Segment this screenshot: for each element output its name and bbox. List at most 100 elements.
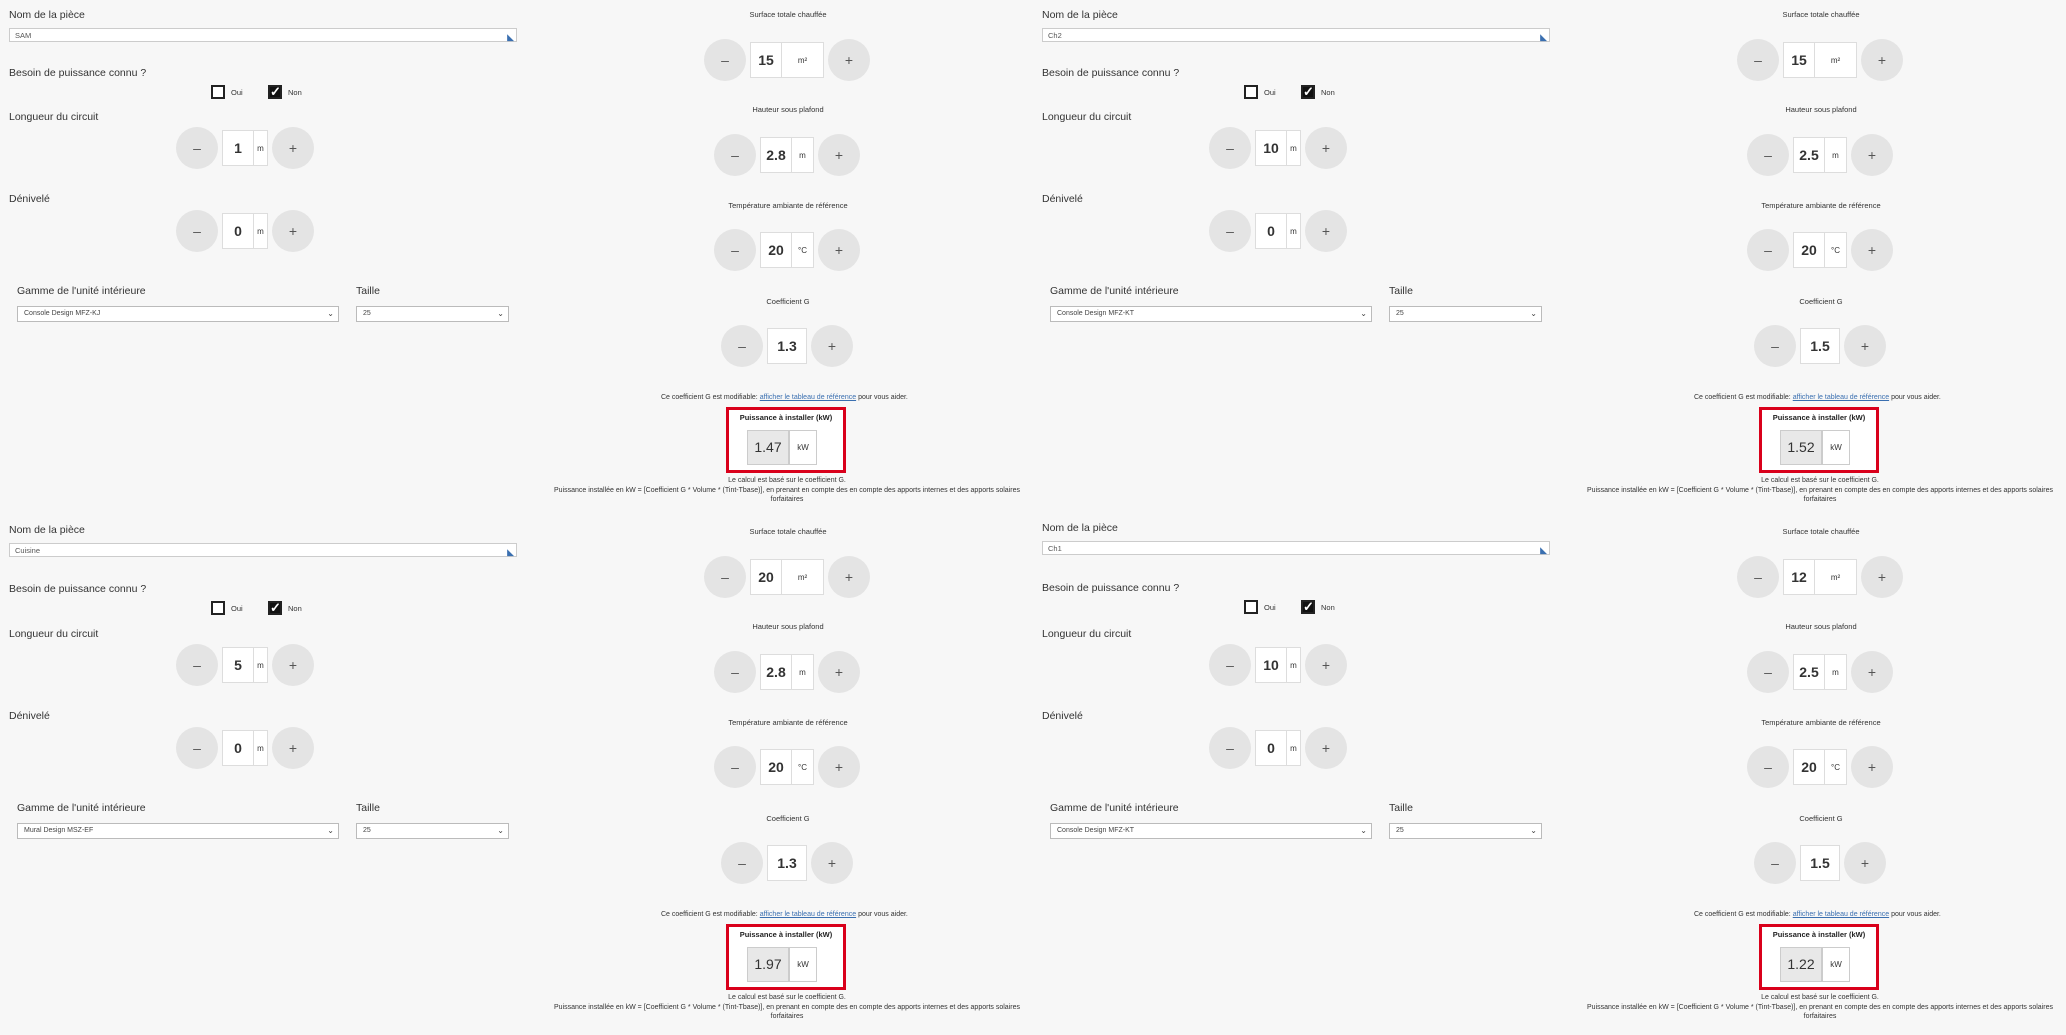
increment-button[interactable]: + (818, 229, 860, 271)
power-unit: kW (789, 947, 817, 982)
room-name-input[interactable]: Cuisine ◣ (9, 543, 517, 557)
increment-button[interactable]: + (1861, 39, 1903, 81)
size-label: Taille (356, 285, 380, 297)
decrement-button[interactable]: – (1747, 229, 1789, 271)
increment-button[interactable]: + (1851, 134, 1893, 176)
yes-checkbox[interactable] (1244, 600, 1258, 614)
increment-button[interactable]: + (818, 746, 860, 788)
increment-button[interactable]: + (811, 842, 853, 884)
decrement-button[interactable]: – (1209, 644, 1251, 686)
increment-button[interactable]: + (272, 210, 314, 252)
range-select[interactable]: Console Design MFZ-KJ ⌄ (17, 306, 339, 322)
decrement-button[interactable]: – (1747, 746, 1789, 788)
size-select[interactable]: 25 ⌄ (356, 823, 509, 839)
increment-button[interactable]: + (1851, 651, 1893, 693)
surface-value[interactable]: 15 m² (750, 42, 824, 78)
height-value[interactable]: 2.8 m (760, 654, 814, 690)
temp-value[interactable]: 20 °C (760, 749, 814, 785)
increment-button[interactable]: + (811, 325, 853, 367)
reference-table-link[interactable]: afficher le tableau de référence (760, 394, 856, 401)
height-value[interactable]: 2.8 m (760, 137, 814, 173)
size-select[interactable]: 25 ⌄ (1389, 823, 1542, 839)
decrement-button[interactable]: – (1209, 210, 1251, 252)
increment-button[interactable]: + (818, 134, 860, 176)
elevation-value[interactable]: 0 m (222, 213, 268, 249)
range-value: Console Design MFZ-KT (1057, 310, 1135, 317)
no-checkbox[interactable] (268, 601, 282, 615)
increment-button[interactable]: + (828, 556, 870, 598)
increment-button[interactable]: + (1305, 210, 1347, 252)
increment-button[interactable]: + (1305, 127, 1347, 169)
decrement-button[interactable]: – (176, 644, 218, 686)
increment-button[interactable]: + (1305, 727, 1347, 769)
decrement-button[interactable]: – (1209, 727, 1251, 769)
coef-value[interactable]: 1.3 (767, 845, 807, 881)
increment-button[interactable]: + (272, 127, 314, 169)
temp-value[interactable]: 20 °C (1793, 232, 1847, 268)
range-select[interactable]: Mural Design MSZ-EF ⌄ (17, 823, 339, 839)
decrement-button[interactable]: – (1737, 39, 1779, 81)
room-name-input[interactable]: Ch2 ◣ (1042, 27, 1550, 42)
coef-value[interactable]: 1.5 (1800, 845, 1840, 881)
temp-value[interactable]: 20 °C (1793, 749, 1847, 785)
reference-table-link[interactable]: afficher le tableau de référence (760, 911, 856, 918)
decrement-button[interactable]: – (1747, 134, 1789, 176)
length-value[interactable]: 10 m (1255, 130, 1301, 166)
surface-value[interactable]: 12 m² (1783, 559, 1857, 595)
increment-button[interactable]: + (818, 651, 860, 693)
increment-button[interactable]: + (1305, 644, 1347, 686)
coef-value[interactable]: 1.3 (767, 328, 807, 364)
increment-button[interactable]: + (1844, 842, 1886, 884)
size-select[interactable]: 25 ⌄ (1389, 306, 1542, 322)
room-name-input[interactable]: Ch1 ◣ (1042, 541, 1550, 555)
yes-checkbox[interactable] (211, 85, 225, 99)
decrement-button[interactable]: – (704, 556, 746, 598)
increment-button[interactable]: + (1851, 229, 1893, 271)
length-value[interactable]: 5 m (222, 647, 268, 683)
decrement-button[interactable]: – (721, 325, 763, 367)
length-value[interactable]: 10 m (1255, 647, 1301, 683)
room-name-input[interactable]: SAM ◣ (9, 28, 517, 42)
elevation-value[interactable]: 0 m (1255, 213, 1301, 249)
decrement-button[interactable]: – (714, 746, 756, 788)
no-checkbox[interactable] (1301, 600, 1315, 614)
size-select[interactable]: 25 ⌄ (356, 306, 509, 322)
decrement-button[interactable]: – (721, 842, 763, 884)
reference-table-link[interactable]: afficher le tableau de référence (1793, 394, 1889, 401)
decrement-button[interactable]: – (176, 210, 218, 252)
decrement-button[interactable]: – (714, 651, 756, 693)
decrement-button[interactable]: – (1209, 127, 1251, 169)
increment-button[interactable]: + (272, 727, 314, 769)
yes-checkbox[interactable] (1244, 84, 1258, 99)
decrement-button[interactable]: – (714, 134, 756, 176)
no-checkbox[interactable] (268, 85, 282, 99)
surface-value[interactable]: 20 m² (750, 559, 824, 595)
elevation-value[interactable]: 0 m (222, 730, 268, 766)
decrement-button[interactable]: – (1754, 842, 1796, 884)
yes-checkbox[interactable] (211, 601, 225, 615)
range-select[interactable]: Console Design MFZ-KT ⌄ (1050, 823, 1372, 839)
height-value[interactable]: 2.5 m (1793, 654, 1847, 690)
temp-value[interactable]: 20 °C (760, 232, 814, 268)
decrement-button[interactable]: – (176, 127, 218, 169)
increment-button[interactable]: + (272, 644, 314, 686)
decrement-button[interactable]: – (704, 39, 746, 81)
decrement-button[interactable]: – (714, 229, 756, 271)
length-value[interactable]: 1 m (222, 130, 268, 166)
height-value[interactable]: 2.5 m (1793, 137, 1847, 173)
increment-button[interactable]: + (1844, 325, 1886, 367)
reference-table-link[interactable]: afficher le tableau de référence (1793, 911, 1889, 918)
range-select[interactable]: Console Design MFZ-KT ⌄ (1050, 306, 1372, 322)
increment-button[interactable]: + (1861, 556, 1903, 598)
increment-button[interactable]: + (1851, 746, 1893, 788)
power-result-box: Puissance à installer (kW) 1.22 kW (1759, 924, 1879, 990)
coef-value[interactable]: 1.5 (1800, 328, 1840, 364)
decrement-button[interactable]: – (1747, 651, 1789, 693)
increment-button[interactable]: + (828, 39, 870, 81)
elevation-value[interactable]: 0 m (1255, 730, 1301, 766)
no-checkbox[interactable] (1301, 84, 1315, 99)
decrement-button[interactable]: – (1754, 325, 1796, 367)
decrement-button[interactable]: – (176, 727, 218, 769)
surface-value[interactable]: 15 m² (1783, 42, 1857, 78)
decrement-button[interactable]: – (1737, 556, 1779, 598)
